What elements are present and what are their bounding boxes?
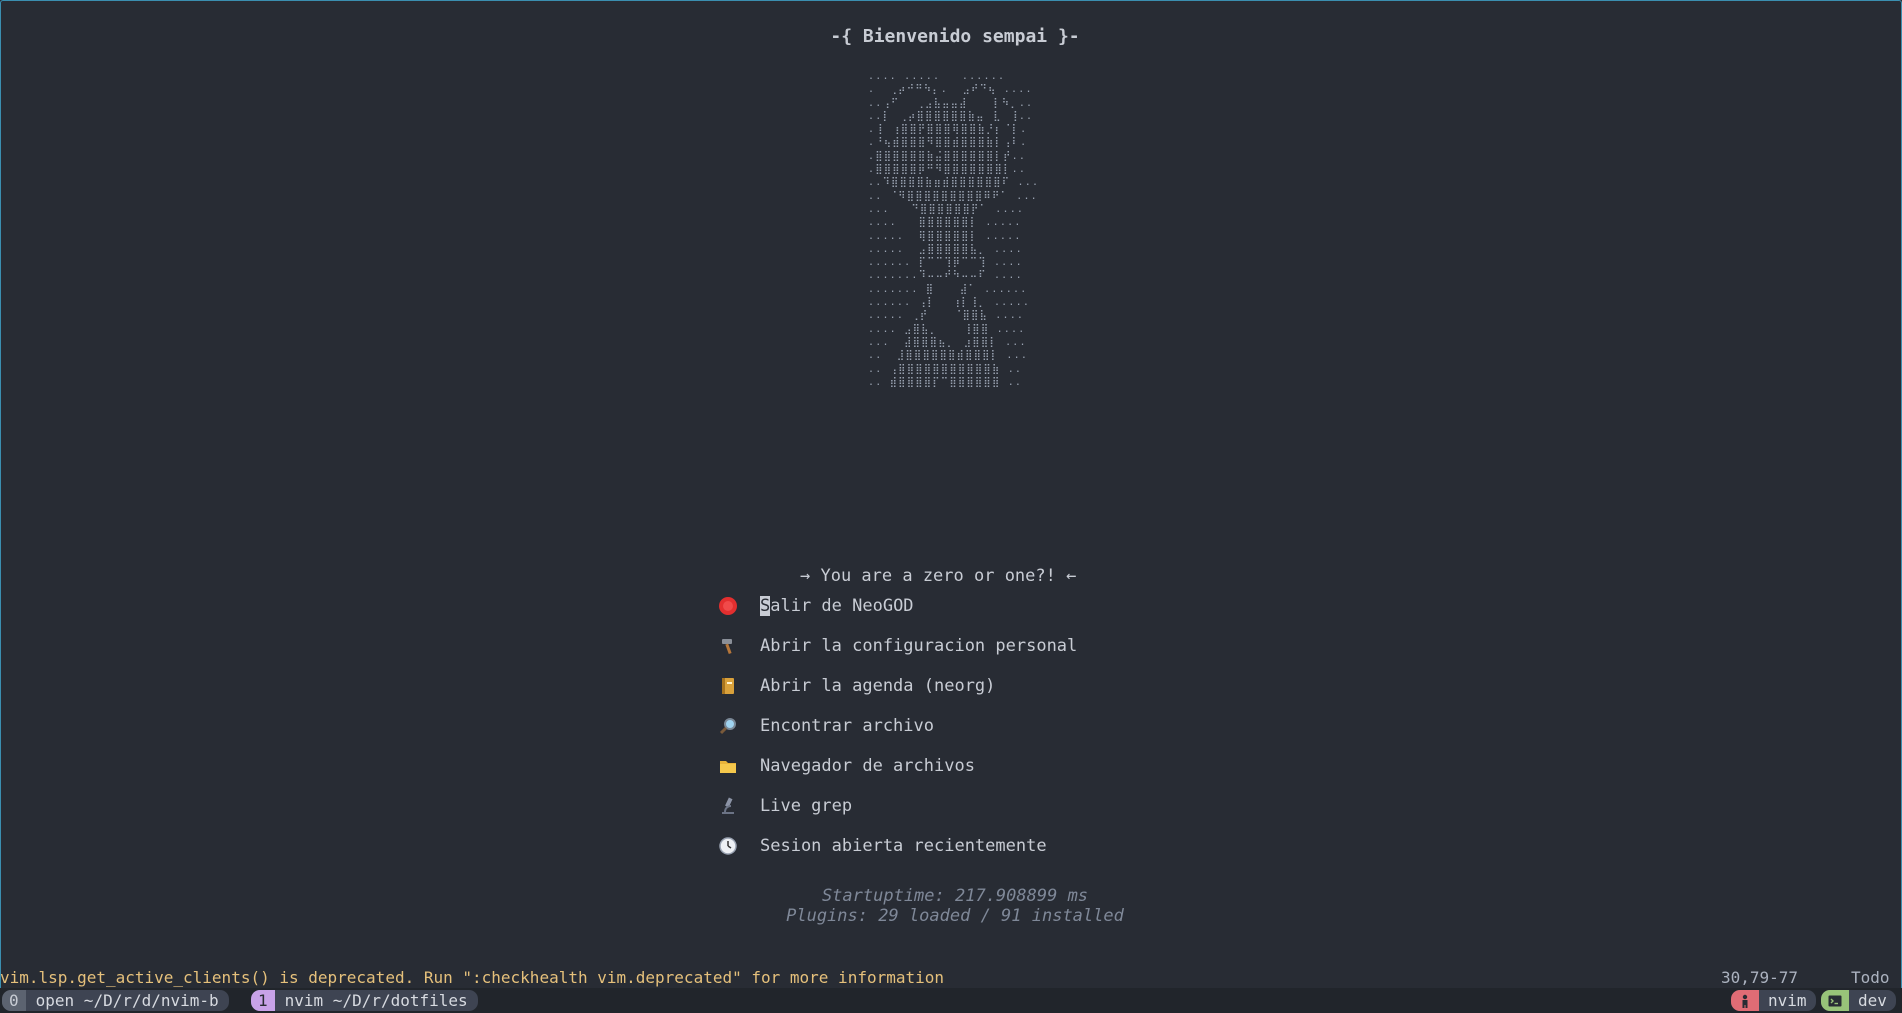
startup-time: Startuptime: 217.908899 ms: [821, 886, 1089, 906]
process-name: nvim: [1768, 991, 1807, 1010]
window-name: open ~/D/r/d/nvim-b: [35, 991, 219, 1010]
clock-icon: [718, 836, 760, 856]
tmux-status-bar: 0 open ~/D/r/d/nvim-b 1 nvim ~/D/r/dotfi…: [0, 988, 1902, 1013]
dashboard-tagline: → You are a zero or one?! ←: [800, 566, 1077, 586]
menu-item-label: Abrir la agenda (neorg): [760, 676, 996, 696]
menu-item-live-grep[interactable]: Live grep: [718, 786, 1077, 826]
menu-item-quit[interactable]: Salir de NeoGOD: [718, 586, 1077, 626]
stop-sign-icon: [718, 596, 760, 616]
scroll-indicator: Todo: [1851, 968, 1890, 987]
menu-item-find-file[interactable]: Encontrar archivo: [718, 706, 1077, 746]
menu-item-config[interactable]: Abrir la configuracion personal: [718, 626, 1077, 666]
terminal-icon: [1821, 990, 1849, 1011]
process-indicator: nvim: [1731, 990, 1816, 1011]
session-name: dev: [1858, 991, 1887, 1010]
window-name: nvim ~/D/r/dotfiles: [284, 991, 468, 1010]
magnifier-icon: [718, 716, 760, 736]
dashboard-header: -{ Bienvenido sempai }-: [830, 26, 1080, 47]
deprecation-message: vim.lsp.get_active_clients() is deprecat…: [0, 968, 945, 987]
menu-item-recent-session[interactable]: Sesion abierta recientemente: [718, 826, 1077, 866]
window-index: 0: [2, 990, 26, 1011]
menu-item-label: alir de NeoGOD: [770, 596, 914, 616]
session-indicator: dev: [1821, 990, 1896, 1011]
microscope-icon: [718, 796, 760, 816]
hammer-icon: [718, 636, 760, 656]
person-icon: [1731, 990, 1759, 1011]
window-index: 1: [251, 990, 275, 1011]
tmux-window-0[interactable]: 0 open ~/D/r/d/nvim-b: [2, 990, 229, 1011]
text-cursor: S: [760, 596, 771, 616]
cursor-position: 30,79-77: [1721, 968, 1799, 987]
folder-icon: [718, 756, 760, 776]
plugin-count: Plugins: 29 loaded / 91 installed: [786, 906, 1124, 926]
notebook-icon: [718, 676, 760, 696]
menu-item-label: Navegador de archivos: [760, 756, 975, 776]
ascii-art: .... ..... ...... . ⢀⡴⠚⠛⠳⡄. ⣠⠞⠙⢦ .... ..…: [868, 71, 1040, 388]
tmux-window-1[interactable]: 1 nvim ~/D/r/dotfiles: [251, 990, 478, 1011]
dashboard-footer: Startuptime: 217.908899 ms Plugins: 29 l…: [0, 886, 1902, 926]
menu-item-file-browser[interactable]: Navegador de archivos: [718, 746, 1077, 786]
menu-item-label: Sesion abierta recientemente: [760, 836, 1047, 856]
menu-item-agenda[interactable]: Abrir la agenda (neorg): [718, 666, 1077, 706]
menu-item-label: Live grep: [760, 796, 853, 816]
menu-item-label: Encontrar archivo: [760, 716, 934, 736]
menu-item-label: Abrir la configuracion personal: [760, 636, 1078, 656]
dashboard-menu: Salir de NeoGOD Abrir la configuracion p…: [718, 586, 1077, 866]
